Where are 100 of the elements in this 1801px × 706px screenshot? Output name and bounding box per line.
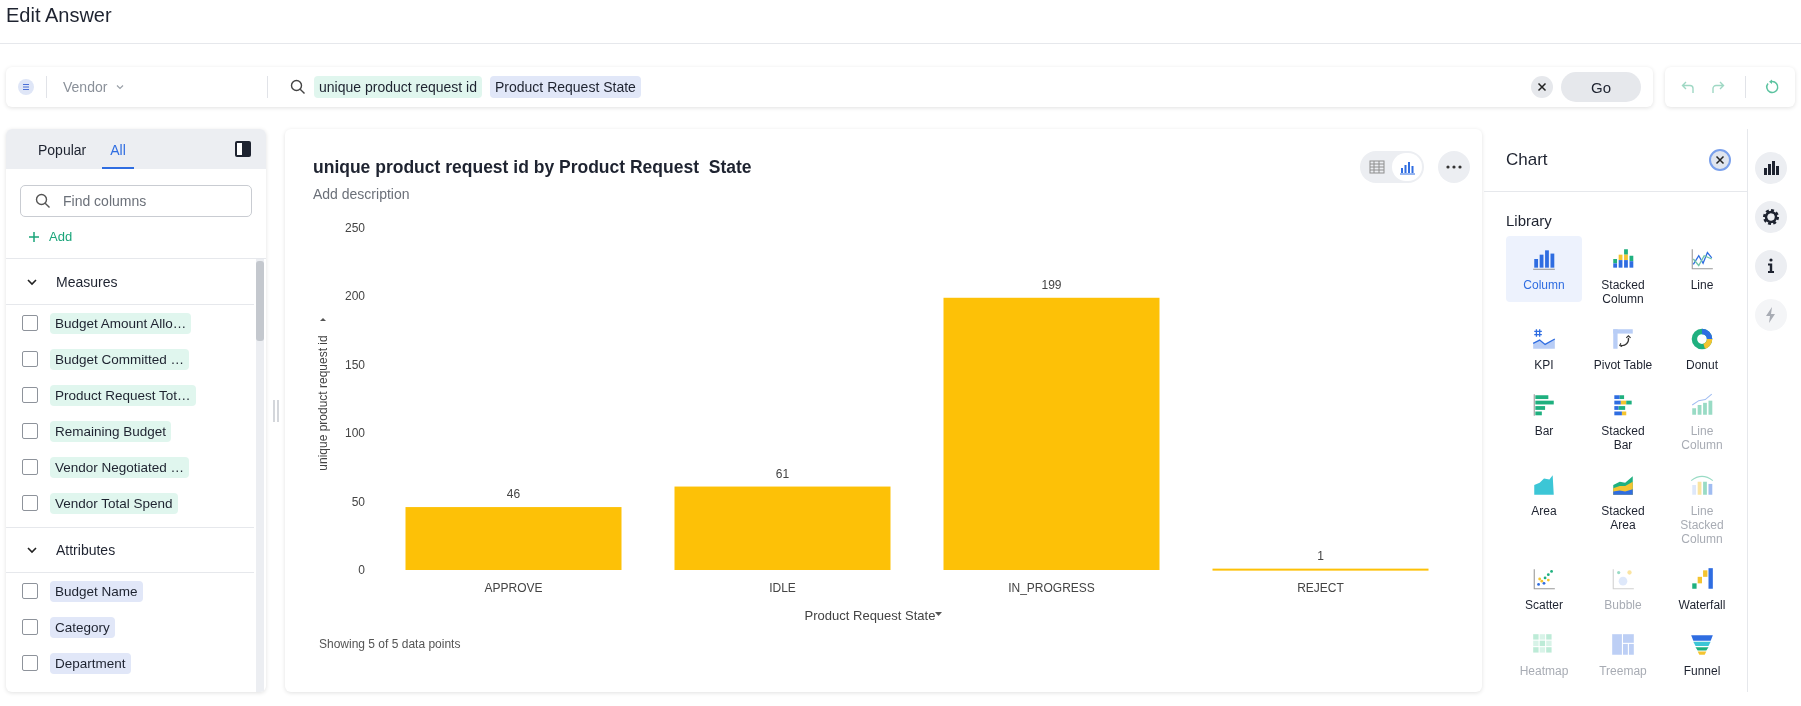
chart-type-option[interactable]: Pivot Table bbox=[1585, 316, 1661, 382]
chart-view-button[interactable] bbox=[1392, 153, 1422, 181]
caret-icon[interactable] bbox=[935, 612, 942, 616]
chart-type-option[interactable]: Bar bbox=[1506, 382, 1582, 448]
search-icon bbox=[35, 193, 51, 209]
tab[interactable]: All bbox=[102, 133, 134, 169]
checkbox[interactable] bbox=[22, 315, 38, 331]
chart-type-option: Heatmap bbox=[1506, 622, 1582, 688]
bar-chart-icon bbox=[1762, 159, 1780, 177]
bar-chart-icon bbox=[1531, 392, 1557, 418]
panel-toggle-icon[interactable] bbox=[234, 140, 252, 158]
checkbox[interactable] bbox=[22, 619, 38, 635]
column-chip[interactable]: Vendor Total Spend bbox=[50, 492, 178, 514]
kpi-chart-icon bbox=[1531, 326, 1557, 352]
checkbox[interactable] bbox=[22, 495, 38, 511]
go-button[interactable]: Go bbox=[1561, 72, 1641, 102]
close-icon bbox=[1715, 155, 1725, 165]
data-label: 61 bbox=[775, 466, 790, 481]
chart-type-option[interactable]: KPI bbox=[1506, 316, 1582, 382]
resize-handle-icon[interactable] bbox=[272, 399, 279, 422]
line-chart-icon bbox=[1689, 246, 1715, 272]
list-icon[interactable] bbox=[18, 79, 34, 95]
side-panel-button[interactable] bbox=[1755, 201, 1787, 233]
redo-icon[interactable] bbox=[1710, 79, 1727, 95]
scatter-chart-icon bbox=[1531, 566, 1557, 592]
settings-icon bbox=[1762, 208, 1780, 226]
column-chip[interactable]: Budget Amount Allo… bbox=[50, 312, 192, 334]
data-label: 1 bbox=[1317, 548, 1324, 563]
column-chip[interactable]: Budget Name bbox=[50, 580, 143, 602]
clear-button[interactable] bbox=[1531, 76, 1553, 98]
area-chart-icon bbox=[1531, 472, 1557, 498]
waterfall-chart-icon bbox=[1689, 566, 1715, 592]
column-chip[interactable]: Remaining Budget bbox=[50, 420, 172, 442]
table-icon bbox=[1369, 159, 1385, 175]
axis-tick-label: 0 bbox=[358, 563, 365, 577]
chart-type-option[interactable]: Donut bbox=[1664, 316, 1740, 382]
caret-icon[interactable] bbox=[320, 318, 326, 321]
chart-type-option: Line Stacked Column bbox=[1664, 462, 1740, 556]
search-icon bbox=[290, 79, 306, 95]
page-title: Edit Answer bbox=[6, 4, 112, 27]
category-label: IDLE bbox=[769, 581, 796, 595]
axis-tick-label: 100 bbox=[344, 426, 365, 441]
checkbox[interactable] bbox=[22, 655, 38, 671]
chart-type-option: Line Column bbox=[1664, 382, 1740, 462]
axis-title[interactable]: unique product request id bbox=[316, 335, 330, 471]
treemap-chart-icon bbox=[1610, 632, 1636, 658]
side-panel-button[interactable] bbox=[1755, 250, 1787, 282]
checkbox[interactable] bbox=[22, 351, 38, 367]
bubble-chart-icon bbox=[1610, 566, 1636, 592]
chart-type-option[interactable]: Scatter bbox=[1506, 556, 1582, 622]
close-button[interactable] bbox=[1709, 149, 1731, 171]
chart-type-option: Treemap bbox=[1585, 622, 1661, 688]
find-columns-field[interactable]: Find columns bbox=[20, 185, 252, 217]
column-chip[interactable]: Department bbox=[50, 652, 131, 674]
category-label: REJECT bbox=[1297, 581, 1344, 595]
axis-tick-label: 200 bbox=[344, 289, 365, 304]
search-token[interactable]: unique product request id bbox=[314, 76, 482, 98]
axis-tick-label: 50 bbox=[351, 494, 365, 509]
chart-type-option[interactable]: Stacked Area bbox=[1585, 462, 1661, 542]
scrollbar[interactable] bbox=[256, 259, 264, 692]
checkbox[interactable] bbox=[22, 459, 38, 475]
chart-type-option[interactable]: Stacked Bar bbox=[1585, 382, 1661, 462]
column-chip[interactable]: Category bbox=[50, 616, 115, 638]
pivot-chart-icon bbox=[1610, 326, 1636, 352]
chevron-icon[interactable] bbox=[26, 544, 38, 556]
axis-title[interactable]: Product Request State bbox=[804, 608, 936, 623]
data-label: 46 bbox=[506, 487, 521, 502]
section-title: Measures bbox=[56, 273, 118, 290]
answer-title: unique product request id by Product Request State bbox=[313, 157, 752, 178]
chart-type-option[interactable]: Funnel bbox=[1664, 622, 1740, 688]
reset-icon[interactable] bbox=[1763, 79, 1780, 95]
search-token[interactable]: Product Request State bbox=[490, 76, 641, 98]
checkbox[interactable] bbox=[22, 387, 38, 403]
column-chip[interactable]: Vendor Negotiated … bbox=[50, 456, 190, 478]
more-button[interactable] bbox=[1438, 151, 1470, 183]
column-chip[interactable]: Product Request Tot… bbox=[50, 384, 196, 406]
category-label: APPROVE bbox=[484, 581, 543, 595]
column-chip[interactable]: Budget Committed … bbox=[50, 348, 190, 370]
library-heading: Library bbox=[1506, 212, 1552, 229]
donut-chart-icon bbox=[1689, 326, 1715, 352]
chart-type-option[interactable]: Stacked Column bbox=[1585, 236, 1661, 316]
more-icon bbox=[1446, 165, 1462, 169]
tab[interactable]: Popular bbox=[30, 133, 95, 169]
line-column-chart-icon bbox=[1689, 392, 1715, 418]
checkbox[interactable] bbox=[22, 423, 38, 439]
chart-type-option[interactable]: Area bbox=[1506, 462, 1582, 528]
axis-tick-label: 150 bbox=[344, 357, 365, 372]
chart-type-option[interactable]: Line bbox=[1664, 236, 1740, 302]
chart-type-option[interactable]: Waterfall bbox=[1664, 556, 1740, 622]
chart-type-option: Bubble bbox=[1585, 556, 1661, 622]
close-icon bbox=[1537, 82, 1547, 92]
side-panel-button[interactable] bbox=[1755, 152, 1787, 184]
data-points-note: Showing 5 of 5 data points bbox=[319, 637, 461, 651]
chart-type-option[interactable]: Column bbox=[1506, 236, 1582, 302]
plus-icon bbox=[28, 230, 40, 243]
checkbox[interactable] bbox=[22, 583, 38, 599]
undo-icon[interactable] bbox=[1680, 79, 1697, 95]
description-placeholder[interactable]: Add description bbox=[313, 186, 752, 202]
category-label: IN_PROGRESS bbox=[1008, 581, 1095, 595]
funnel-chart-icon bbox=[1689, 632, 1715, 658]
